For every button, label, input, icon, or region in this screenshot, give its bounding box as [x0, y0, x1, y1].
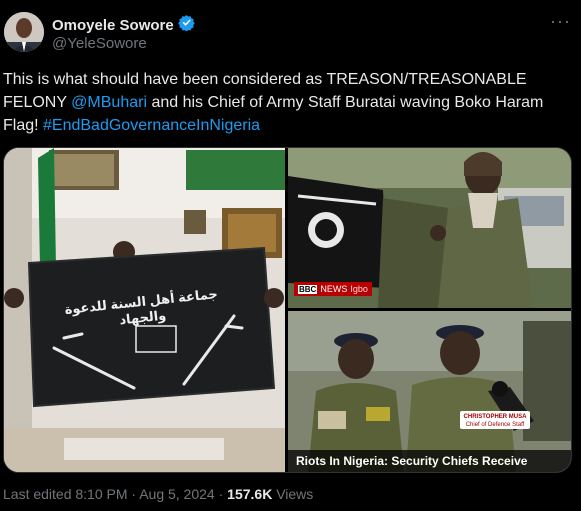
- tweet-text: This is what should have been considered…: [3, 68, 573, 137]
- verified-badge-icon: [178, 14, 195, 36]
- author-name-row[interactable]: Omoyele Sowore: [52, 14, 195, 36]
- media-image-bbc[interactable]: BBC NEWS Igbo: [288, 148, 571, 308]
- bbc-logo: BBC: [298, 284, 318, 294]
- hashtag-link[interactable]: #EndBadGovernanceInNigeria: [43, 117, 260, 134]
- tweet-meta: Last edited 8:10 PM · Aug 5, 2024 · 157.…: [3, 486, 313, 502]
- author-name[interactable]: Omoyele Sowore: [52, 17, 174, 34]
- views-count: 157.6K: [227, 486, 273, 502]
- more-options-icon[interactable]: ···: [550, 12, 571, 30]
- media-image-flag-room[interactable]: جماعة أهل السنة للدعوة والجهاد: [4, 148, 285, 472]
- mention-link[interactable]: @MBuhari: [71, 94, 147, 111]
- video-caption: Riots In Nigeria: Security Chiefs Receiv…: [288, 450, 571, 472]
- bbc-news-label: NEWS: [320, 284, 348, 294]
- nameplate: CHRISTOPHER MUSA Chief of Defence Staff: [460, 411, 530, 429]
- nameplate-name: CHRISTOPHER MUSA: [463, 414, 527, 420]
- bbc-news-badge: BBC NEWS Igbo: [294, 282, 372, 296]
- author-avatar[interactable]: [4, 12, 44, 52]
- author-handle[interactable]: @YeleSowore: [52, 35, 147, 52]
- media-image-security-chiefs[interactable]: CHRISTOPHER MUSA Chief of Defence Staff …: [288, 311, 571, 472]
- edited-timestamp[interactable]: Last edited 8:10 PM · Aug 5, 2024 ·: [3, 486, 227, 502]
- nameplate-title: Chief of Defence Staff: [465, 422, 525, 428]
- bbc-sub-label: Igbo: [350, 284, 368, 294]
- media-grid: جماعة أهل السنة للدعوة والجهاد BBC NEWS …: [3, 147, 572, 473]
- views-label: Views: [272, 486, 314, 502]
